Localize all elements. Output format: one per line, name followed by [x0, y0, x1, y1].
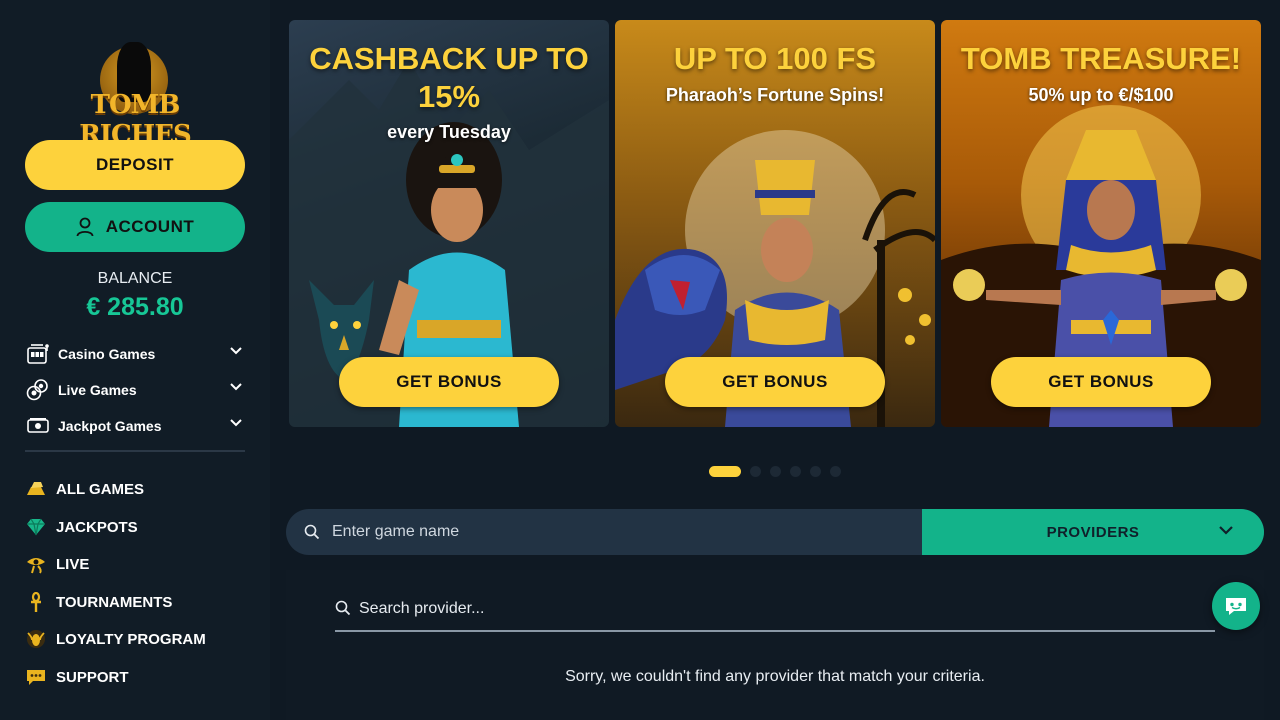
- sidebar-divider: [25, 450, 245, 452]
- nav-label: JACKPOTS: [56, 518, 138, 536]
- category-live-games[interactable]: Live Games: [25, 376, 245, 404]
- carousel-dot-2[interactable]: [750, 466, 761, 477]
- nav-label: SUPPORT: [56, 668, 129, 686]
- get-bonus-button[interactable]: GET BONUS: [339, 357, 559, 407]
- no-results-message: Sorry, we couldn't find any provider tha…: [565, 668, 985, 685]
- get-bonus-button[interactable]: GET BONUS: [991, 357, 1211, 407]
- chevron-down-icon: [1219, 526, 1233, 535]
- banner-title: UP TO 100 FS: [673, 41, 877, 76]
- category-label: Jackpot Games: [58, 418, 162, 434]
- slot-machine-icon: [25, 343, 50, 365]
- promo-banner-free-spins[interactable]: UP TO 100 FS Pharaoh’s Fortune Spins! GE…: [615, 20, 935, 427]
- deposit-button[interactable]: DEPOSIT: [25, 140, 245, 190]
- eye-of-horus-icon: [25, 553, 47, 575]
- nav-loyalty-program[interactable]: LOYALTY PROGRAM: [25, 625, 245, 653]
- chat-icon: [1226, 598, 1246, 615]
- nav-tournaments[interactable]: TOURNAMENTS: [25, 588, 245, 616]
- category-label: Live Games: [58, 382, 137, 398]
- promo-banner-cashback[interactable]: CASHBACK UP TO 15% every Tuesday GET BON…: [289, 20, 609, 427]
- chevron-down-icon: [230, 347, 242, 355]
- category-casino-games[interactable]: Casino Games: [25, 340, 245, 368]
- get-bonus-button[interactable]: GET BONUS: [665, 357, 885, 407]
- carousel-pagination: [709, 466, 841, 477]
- providers-label: PROVIDERS: [1046, 523, 1140, 541]
- cash-icon: [25, 415, 50, 437]
- promo-banner-tomb-treasure[interactable]: TOMB TREASURE! 50% up to €/$100 GET BONU…: [941, 20, 1261, 427]
- nav-live[interactable]: LIVE: [25, 550, 245, 578]
- scarab-icon: [25, 628, 47, 650]
- carousel-dot-3[interactable]: [770, 466, 781, 477]
- provider-search-input[interactable]: [359, 594, 1159, 624]
- chat-bubble-icon: [25, 666, 47, 688]
- gold-bars-icon: [25, 478, 47, 500]
- banner-subtitle: Pharaoh’s Fortune Spins!: [665, 85, 885, 105]
- nav-all-games[interactable]: ALL GAMES: [25, 475, 245, 503]
- nav-jackpots[interactable]: JACKPOTS: [25, 513, 245, 541]
- banner-title: CASHBACK UP TO 15%: [309, 41, 589, 114]
- category-jackpot-games[interactable]: Jackpot Games: [25, 412, 245, 440]
- providers-dropdown[interactable]: PROVIDERS: [922, 509, 1264, 555]
- brand-logo[interactable]: TOMB RICHES: [55, 42, 215, 150]
- sidebar: TOMB RICHES DEPOSIT ACCOUNT BALANCE € 28…: [0, 0, 270, 720]
- balance-label: BALANCE: [97, 270, 173, 287]
- carousel-dot-4[interactable]: [790, 466, 801, 477]
- search-icon: [304, 524, 320, 540]
- carousel-dot-6[interactable]: [830, 466, 841, 477]
- carousel-dot-1[interactable]: [709, 466, 741, 477]
- nav-label: LIVE: [56, 555, 90, 573]
- category-label: Casino Games: [58, 346, 156, 362]
- ankh-icon: [25, 591, 47, 613]
- chevron-down-icon: [230, 419, 242, 427]
- chips-icon: [25, 379, 50, 401]
- nav-label: TOURNAMENTS: [56, 593, 173, 611]
- provider-search-field: [335, 588, 1215, 632]
- nav-label: LOYALTY PROGRAM: [56, 630, 206, 648]
- account-button-label: ACCOUNT: [105, 217, 195, 236]
- search-icon: [335, 600, 351, 616]
- account-button[interactable]: ACCOUNT: [25, 202, 245, 252]
- game-search-input[interactable]: [332, 509, 912, 555]
- nav-support[interactable]: SUPPORT: [25, 663, 245, 691]
- carousel-dot-5[interactable]: [810, 466, 821, 477]
- gem-icon: [25, 516, 47, 538]
- user-icon: [76, 217, 94, 237]
- game-search-bar: PROVIDERS: [286, 509, 1264, 555]
- live-chat-button[interactable]: [1212, 582, 1260, 630]
- banner-subtitle: every Tuesday: [387, 122, 511, 142]
- banner-subtitle: 50% up to €/$100: [1028, 85, 1174, 105]
- nav-label: ALL GAMES: [56, 480, 145, 498]
- chevron-down-icon: [230, 383, 242, 391]
- banner-title: TOMB TREASURE!: [960, 41, 1242, 76]
- balance-value: € 285.80: [86, 293, 184, 321]
